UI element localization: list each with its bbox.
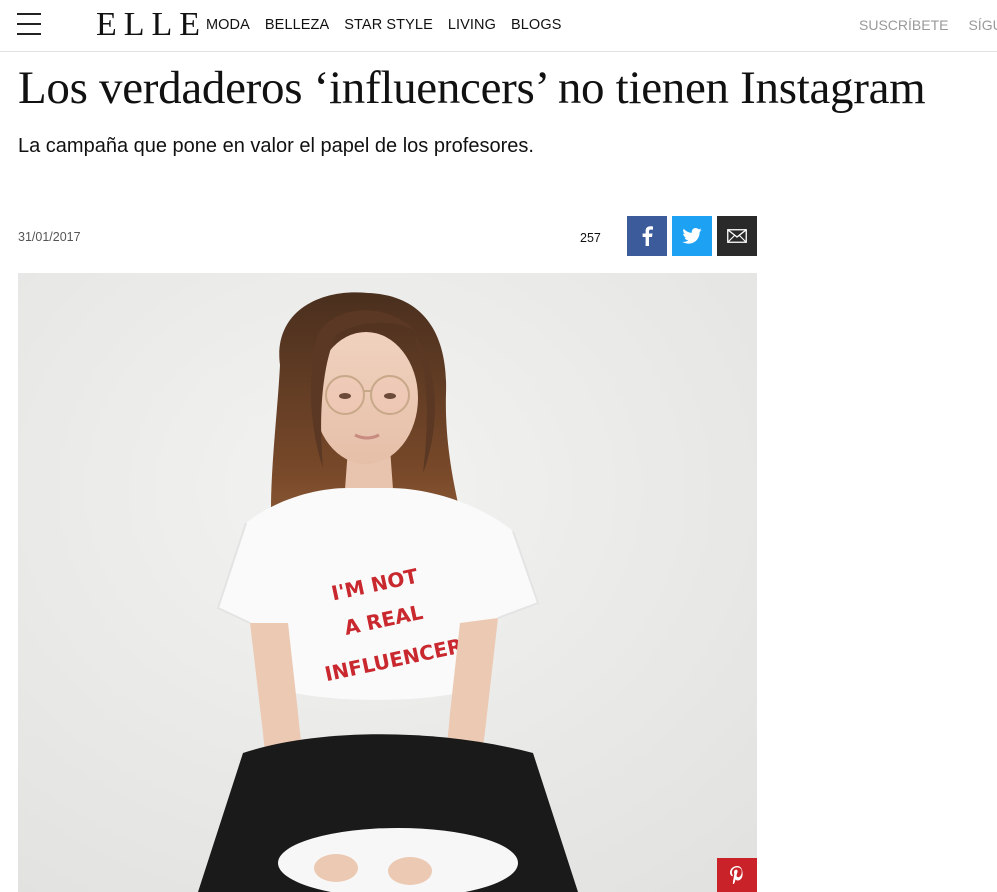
subscribe-link[interactable]: SUSCRÍBETE [859, 15, 948, 35]
share-count: 257 [580, 231, 601, 245]
hero-photo[interactable]: I'M NOT A REAL INFLUENCER [18, 273, 757, 892]
facebook-icon [642, 226, 653, 246]
twitter-icon [682, 228, 702, 244]
nav-item-blogs[interactable]: BLOGS [511, 15, 561, 35]
facebook-share-button[interactable] [627, 216, 667, 256]
site-logo[interactable]: ELLE [96, 6, 207, 44]
nav-item-belleza[interactable]: BELLEZA [265, 15, 329, 35]
header-actions: SUSCRÍBETE SÍGUE [859, 15, 997, 35]
nav-item-living[interactable]: LIVING [448, 15, 496, 35]
article-title: Los verdaderos ‘influencers’ no tienen I… [18, 62, 926, 114]
model-illustration: I'M NOT A REAL INFLUENCER [18, 273, 757, 892]
pinterest-button[interactable] [717, 858, 757, 892]
nav-item-moda[interactable]: MODA [206, 15, 250, 35]
nav-item-star-style[interactable]: STAR STYLE [344, 15, 433, 35]
follow-link[interactable]: SÍGUE [968, 15, 997, 35]
site-header: ELLE MODA BELLEZA STAR STYLE LIVING BLOG… [0, 0, 997, 52]
email-share-button[interactable] [717, 216, 757, 256]
hamburger-icon[interactable] [17, 13, 41, 35]
article-subtitle: La campaña que pone en valor el papel de… [18, 135, 534, 157]
article-date: 31/01/2017 [18, 230, 81, 244]
main-nav: MODA BELLEZA STAR STYLE LIVING BLOGS [206, 15, 576, 35]
pinterest-icon [730, 866, 743, 884]
mail-icon [727, 229, 747, 243]
twitter-share-button[interactable] [672, 216, 712, 256]
